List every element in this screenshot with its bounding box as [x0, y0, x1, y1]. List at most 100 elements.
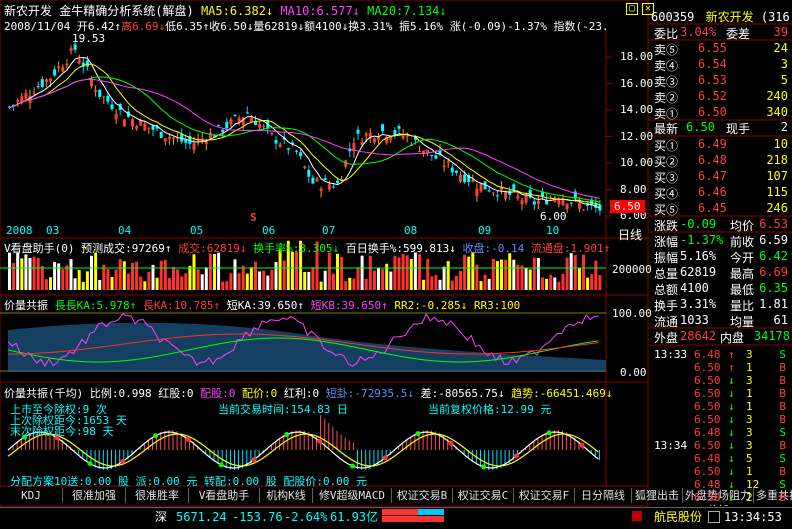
tick-row[interactable]: 6.50 ↓ 3 B	[654, 374, 790, 388]
tick-arrow: ↓	[728, 374, 735, 387]
alert-icon[interactable]	[632, 511, 642, 521]
volume-bar	[594, 260, 598, 290]
candle-body	[135, 126, 139, 129]
macd-signal-dot	[120, 458, 126, 464]
tick-side: S	[779, 426, 786, 439]
tick-side: B	[779, 439, 786, 452]
candle-body	[471, 179, 475, 182]
sell-label: 卖②	[654, 91, 679, 105]
volume-bar	[24, 254, 28, 290]
volume-bar	[545, 278, 549, 290]
macd-title-6: 短卦:-72935.5↓	[319, 387, 414, 400]
tick-volume: 3	[746, 348, 753, 361]
stat-value: 3.31%	[680, 297, 717, 311]
exright-info-3: 末次除权距今:98 天	[10, 425, 114, 438]
volume-bar	[360, 255, 364, 290]
clock: 13:34:53	[724, 510, 782, 524]
candle-body	[77, 59, 81, 64]
volume-bar	[352, 278, 356, 290]
bar-info-8: 振5.16%	[392, 20, 444, 33]
volume-bar	[32, 256, 36, 290]
weibi-value: 3.04%	[680, 25, 717, 39]
bar-info-9: 涨(-0.09)-1.37%	[443, 20, 547, 33]
outer-inner-row: 外盘 28642 内盘 34178	[654, 329, 790, 345]
stat-value-right: 1.81	[759, 297, 788, 311]
volume-bar	[196, 269, 200, 290]
tick-row[interactable]: 6.50 ↑ 1 B	[654, 361, 790, 375]
sell-price: 6.53	[698, 73, 727, 87]
candle-body	[16, 100, 20, 102]
stat-label: 涨跌	[654, 219, 679, 233]
volume-bar	[274, 262, 278, 290]
tick-side: S	[779, 452, 786, 465]
macd-title-4: 配价:0	[235, 387, 278, 400]
tick-arrow: ↑	[728, 348, 735, 361]
ticker-stock[interactable]: 航民股份	[654, 507, 702, 527]
volume-bar	[180, 276, 184, 290]
tick-row[interactable]: 6.50 ↓ 1 B	[654, 387, 790, 401]
buy-label: 买②	[654, 155, 679, 169]
volume-bar	[143, 281, 147, 290]
tick-row[interactable]: 6.48 ↓ 12 S	[654, 478, 790, 492]
candle-body	[311, 177, 315, 184]
updown-bar-red-2	[382, 516, 444, 522]
volume-bar	[147, 271, 151, 290]
volume-bar	[44, 279, 48, 290]
vol-title-3: 换手率%:3.305↓	[246, 242, 340, 255]
volume-bar	[541, 277, 544, 290]
tick-row[interactable]: 6.48 ↓ 3 S	[654, 426, 790, 440]
sell-volume: 340	[766, 105, 788, 119]
macd-title-2: 红股:0	[151, 387, 194, 400]
volume-bar	[61, 269, 65, 290]
volume-bar	[135, 261, 139, 290]
volume-bar	[536, 257, 540, 290]
candle-body	[516, 195, 520, 199]
tick-price: 6.50	[694, 374, 721, 387]
minimize-icon[interactable]: ▢	[626, 3, 638, 15]
price-tick-3: 12.00	[620, 129, 654, 143]
candle-body	[159, 131, 163, 138]
volume-bar	[266, 275, 270, 290]
weicha-value: 39	[773, 25, 788, 39]
price-tick-1: 16.00	[620, 76, 654, 90]
candle-body	[577, 203, 581, 209]
volume-bar	[438, 279, 442, 290]
tick-arrow: ↓	[728, 426, 735, 439]
tick-row[interactable]: 6.50 ↓ 3 B	[654, 413, 790, 427]
volume-bar	[409, 258, 413, 290]
candle-body	[418, 150, 421, 152]
candle-body	[463, 174, 467, 183]
volume-bar	[446, 261, 450, 290]
volume-bar	[512, 259, 516, 290]
bar-info-6: 额4100↓	[304, 20, 349, 33]
volume-bar	[114, 269, 118, 290]
volume-bar	[49, 277, 52, 290]
tick-row[interactable]: 13:33 6.48 ↑ 3 S	[654, 348, 790, 362]
tick-row[interactable]: 13:34 6.50 ↓ 3 B	[654, 439, 790, 453]
market-label: 深	[155, 510, 168, 524]
tick-row[interactable]: 6.50 ↓ 2 B	[654, 491, 790, 505]
buy-volume: 218	[766, 153, 788, 167]
bar-info-0: 2008/11/04	[4, 20, 71, 33]
stat-value: 1033	[680, 313, 709, 327]
candle-body	[32, 93, 36, 95]
volume-bar	[401, 253, 405, 290]
volume-bar	[450, 280, 454, 290]
kd-title-3: 短KA:39.650↑	[220, 299, 304, 312]
close-icon[interactable]: ✕	[642, 3, 654, 15]
stat-label-right: 均量	[730, 315, 755, 329]
ma20-value: MA20:7.134↓	[367, 4, 447, 18]
tick-price: 6.50	[694, 413, 721, 426]
candle-body	[73, 44, 77, 50]
candle-body	[147, 127, 151, 129]
trade-time-info: 当前交易时间:154.83 日	[218, 403, 348, 416]
tick-row[interactable]: 6.48 ↓ 5 S	[654, 452, 790, 466]
candle-body	[459, 175, 462, 182]
macd-signal-dot	[448, 440, 454, 446]
volume-bar	[323, 270, 327, 290]
period-label[interactable]: 日线	[618, 226, 642, 243]
vol-title-6: 流通盘:1.901↑	[524, 242, 611, 255]
tick-row[interactable]: 6.50 ↓ 1 B	[654, 400, 790, 414]
tick-row[interactable]: 6.50 ↓ 1 B	[654, 465, 790, 479]
sell-price: 6.54	[698, 57, 727, 71]
